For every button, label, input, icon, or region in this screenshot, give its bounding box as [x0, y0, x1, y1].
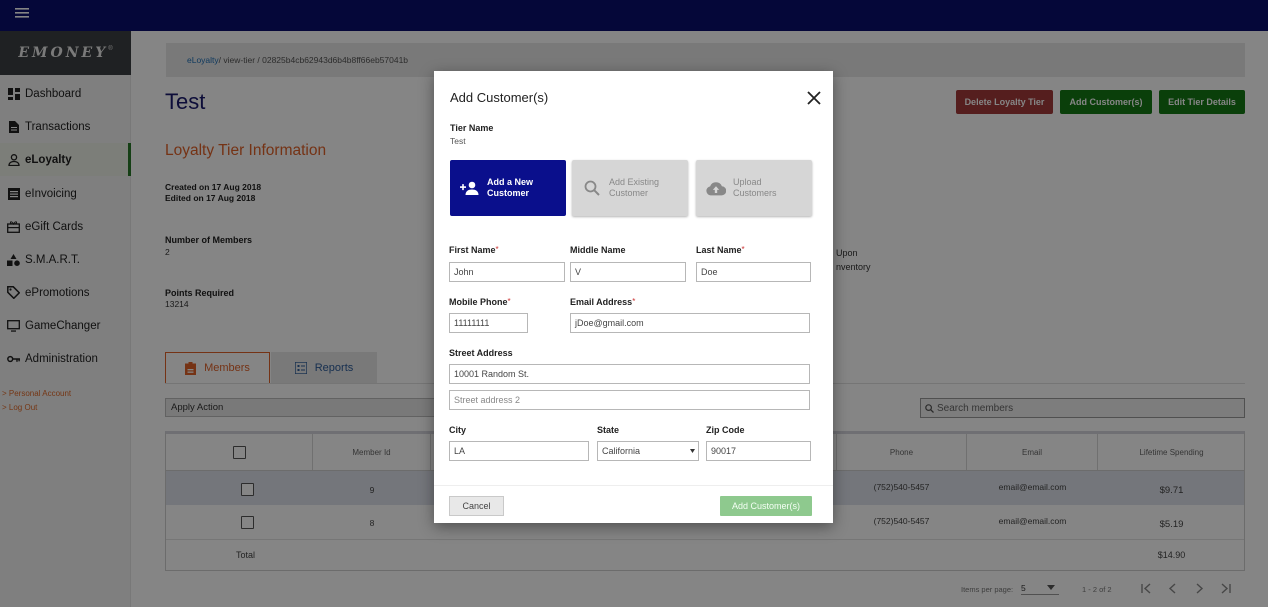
- add-customers-submit-button[interactable]: Add Customer(s): [720, 496, 812, 516]
- street-address-2-input[interactable]: Street address 2: [449, 390, 810, 410]
- cancel-button[interactable]: Cancel: [449, 496, 504, 516]
- chevron-down-icon: [690, 449, 695, 453]
- modal-title: Add Customer(s): [450, 90, 549, 105]
- add-customers-modal: Add Customer(s) Tier Name Test Add a New…: [434, 71, 833, 523]
- city-input[interactable]: LA: [449, 441, 589, 461]
- first-name-input[interactable]: John: [449, 262, 565, 282]
- state-value: California: [602, 446, 641, 456]
- option-label: Add Existing Customer: [609, 177, 660, 198]
- last-name-input[interactable]: Doe: [696, 262, 811, 282]
- zip-code-input[interactable]: 90017: [706, 441, 811, 461]
- state-label: State: [597, 425, 620, 435]
- option-label: Add a New Customer: [487, 177, 534, 198]
- street-address-input[interactable]: 10001 Random St.: [449, 364, 810, 384]
- add-existing-customer-option[interactable]: Add Existing Customer: [572, 160, 688, 216]
- state-select[interactable]: California: [597, 441, 699, 461]
- cloud-upload-icon: [706, 181, 726, 196]
- option-label: Upload Customers: [733, 177, 777, 198]
- zip-code-label: Zip Code: [706, 425, 745, 435]
- street-address-label: Street Address: [449, 348, 513, 358]
- tier-name-label: Tier Name: [450, 123, 494, 133]
- middle-name-label: Middle Name: [570, 245, 626, 255]
- city-label: City: [449, 425, 467, 435]
- first-name-label: First Name*: [449, 245, 499, 255]
- close-icon[interactable]: [802, 86, 826, 110]
- last-name-label: Last Name*: [696, 245, 745, 255]
- email-address-input[interactable]: jDoe@gmail.com: [570, 313, 810, 333]
- upload-customers-option[interactable]: Upload Customers: [696, 160, 812, 216]
- mobile-phone-input[interactable]: 11111111: [449, 313, 528, 333]
- mobile-phone-label: Mobile Phone*: [449, 297, 511, 307]
- email-address-label: Email Address*: [570, 297, 636, 307]
- modal-footer-divider: [434, 485, 833, 486]
- add-person-icon: [460, 181, 480, 195]
- tier-name-value: Test: [450, 136, 466, 146]
- middle-name-input[interactable]: V: [570, 262, 686, 282]
- add-new-customer-option[interactable]: Add a New Customer: [450, 160, 566, 216]
- search-icon: [582, 180, 602, 196]
